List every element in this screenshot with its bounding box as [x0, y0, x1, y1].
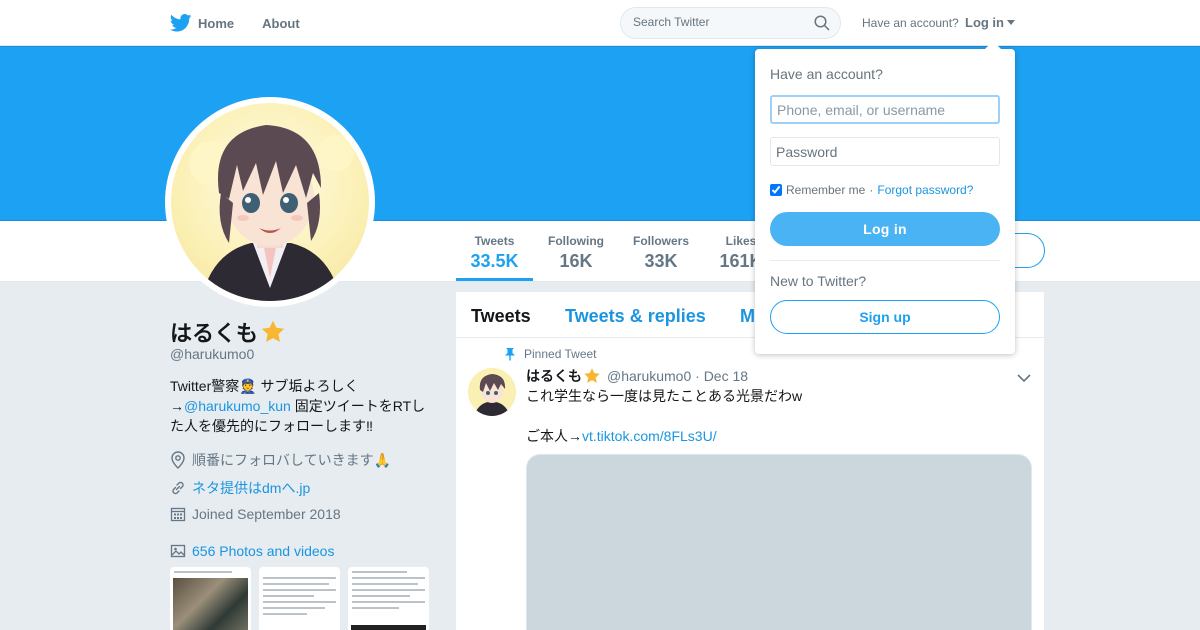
- media-thumbnail[interactable]: [348, 567, 429, 630]
- thumbnail-photo-strip: [351, 625, 426, 630]
- tweet-handle-date[interactable]: @harukumo0 · Dec 18: [607, 368, 748, 384]
- stat-value: 33.5K: [470, 251, 519, 271]
- tab-media[interactable]: M: [740, 306, 755, 327]
- tweet-author[interactable]: はるくも: [526, 366, 601, 386]
- profile-name-text: はるくも: [170, 321, 259, 346]
- bio-arrow: →: [170, 398, 184, 414]
- forgot-password-link[interactable]: Forgot password?: [877, 183, 973, 197]
- remember-me: Remember me · Forgot password?: [770, 183, 973, 197]
- photos-videos-label: 656 Photos and videos: [192, 543, 335, 559]
- tweet-author-name: はるくも: [526, 368, 582, 384]
- search-box: [620, 7, 841, 39]
- anime-portrait-illustration: [189, 125, 354, 301]
- divider: [770, 260, 1000, 261]
- stat-followers[interactable]: Followers 33K: [626, 221, 696, 281]
- tweet-text-prefix: ご本人→: [526, 428, 582, 444]
- thumbnail-text-lines: [352, 571, 425, 613]
- login-link-label: Log in: [965, 15, 1004, 30]
- profile-website: ネタ提供はdmへ.jp: [170, 478, 310, 498]
- caret-down-icon: [1007, 20, 1015, 25]
- nav-about-label: About: [262, 15, 300, 31]
- profile-avatar[interactable]: [165, 97, 375, 307]
- thumbnail-text-lines: [174, 571, 247, 577]
- remember-me-label: Remember me: [786, 183, 866, 197]
- joined-text: Joined September 2018: [192, 506, 341, 522]
- calendar-icon: [170, 507, 186, 522]
- tweet-text-line-2: ご本人→vt.tiktok.com/8FLs3U/: [526, 426, 802, 446]
- tweet-header: はるくも @harukumo0 · Dec 18: [526, 366, 748, 386]
- profile-name: はるくも: [170, 316, 286, 348]
- stat-label: Following: [548, 234, 604, 248]
- pinned-tweet-label: Pinned Tweet: [504, 347, 597, 361]
- search-input[interactable]: [633, 15, 813, 29]
- tweet-text-line-1: これ学生なら一度は見たことある光景だわw: [526, 388, 803, 404]
- login-dropdown-toggle[interactable]: Log in: [965, 15, 1015, 30]
- bio-line-2-rest: 固定ツイートをRTし: [290, 398, 426, 414]
- tweet-avatar[interactable]: [468, 368, 516, 416]
- star-emoji-icon: [584, 368, 600, 383]
- media-thumbnail[interactable]: [170, 567, 251, 630]
- profile-bio: Twitter警察👮 サブ垢よろしく →@harukumo_kun 固定ツイート…: [170, 376, 436, 436]
- login-dropdown-title: Have an account?: [770, 66, 883, 82]
- bio-mention-link[interactable]: @harukumo_kun: [184, 398, 291, 414]
- stat-value: 33K: [644, 251, 678, 271]
- chevron-down-icon[interactable]: [1016, 370, 1032, 388]
- location-pin-icon: [171, 451, 185, 469]
- link-icon: [172, 481, 184, 495]
- bio-line-2: →@harukumo_kun 固定ツイートをRTし: [170, 396, 436, 416]
- tweet-media-preview[interactable]: [526, 454, 1032, 630]
- pin-icon: [505, 348, 515, 361]
- location-text: 順番にフォロバしていきます🙏: [192, 452, 392, 468]
- avatar-image: [171, 103, 369, 301]
- nav-left: Home About: [170, 0, 328, 46]
- stat-following[interactable]: Following 16K: [540, 221, 612, 281]
- star-emoji-icon: [261, 320, 285, 342]
- username-input[interactable]: [770, 95, 1000, 124]
- have-account-text: Have an account?: [862, 16, 959, 30]
- nav-home[interactable]: Home: [170, 14, 234, 32]
- media-thumbnail[interactable]: [259, 567, 340, 630]
- stat-label: Tweets: [474, 234, 515, 248]
- tweet-tiktok-link[interactable]: vt.tiktok.com/8FLs3U/: [582, 428, 717, 444]
- nav-home-label: Home: [198, 15, 235, 31]
- remember-me-checkbox[interactable]: [770, 184, 782, 196]
- anime-portrait-mini: [468, 368, 516, 416]
- website-link[interactable]: ネタ提供はdmへ.jp: [192, 478, 310, 498]
- login-button[interactable]: Log in: [770, 212, 1000, 246]
- stat-tweets[interactable]: Tweets 33.5K: [456, 221, 533, 281]
- new-to-twitter-text: New to Twitter?: [770, 273, 867, 289]
- bio-line-3: た人を優先的にフォローします‼: [170, 418, 373, 434]
- photos-videos-link[interactable]: 656 Photos and videos: [170, 543, 334, 559]
- stat-label: Followers: [632, 234, 689, 248]
- thumbnail-text-lines: [263, 577, 336, 619]
- bio-line-1: Twitter警察👮 サブ垢よろしく: [170, 378, 359, 394]
- separator-dot: ·: [869, 183, 874, 197]
- tab-tweets-replies[interactable]: Tweets & replies: [565, 306, 706, 327]
- nav-about[interactable]: About: [262, 16, 300, 31]
- tweet-text: これ学生なら一度は見たことある光景だわw ご本人→vt.tiktok.com/8…: [526, 386, 802, 446]
- login-dropdown: Have an account? Remember me · Forgot pa…: [755, 41, 1015, 354]
- twitter-bird-icon: [170, 14, 192, 32]
- profile-handle: @harukumo0: [170, 346, 255, 362]
- profile-location: 順番にフォロバしていきます🙏: [170, 450, 391, 470]
- profile-joined: Joined September 2018: [170, 506, 341, 522]
- thumbnail-photo: [173, 578, 248, 630]
- pinned-text: Pinned Tweet: [524, 347, 597, 361]
- stat-value: 16K: [559, 251, 593, 271]
- search-icon[interactable]: [814, 15, 830, 36]
- tab-tweets[interactable]: Tweets: [471, 306, 531, 327]
- password-input[interactable]: [770, 137, 1000, 166]
- top-navigation: Home About Have an account? Log in: [0, 0, 1200, 46]
- photo-icon: [170, 544, 186, 558]
- signup-button[interactable]: Sign up: [770, 300, 1000, 334]
